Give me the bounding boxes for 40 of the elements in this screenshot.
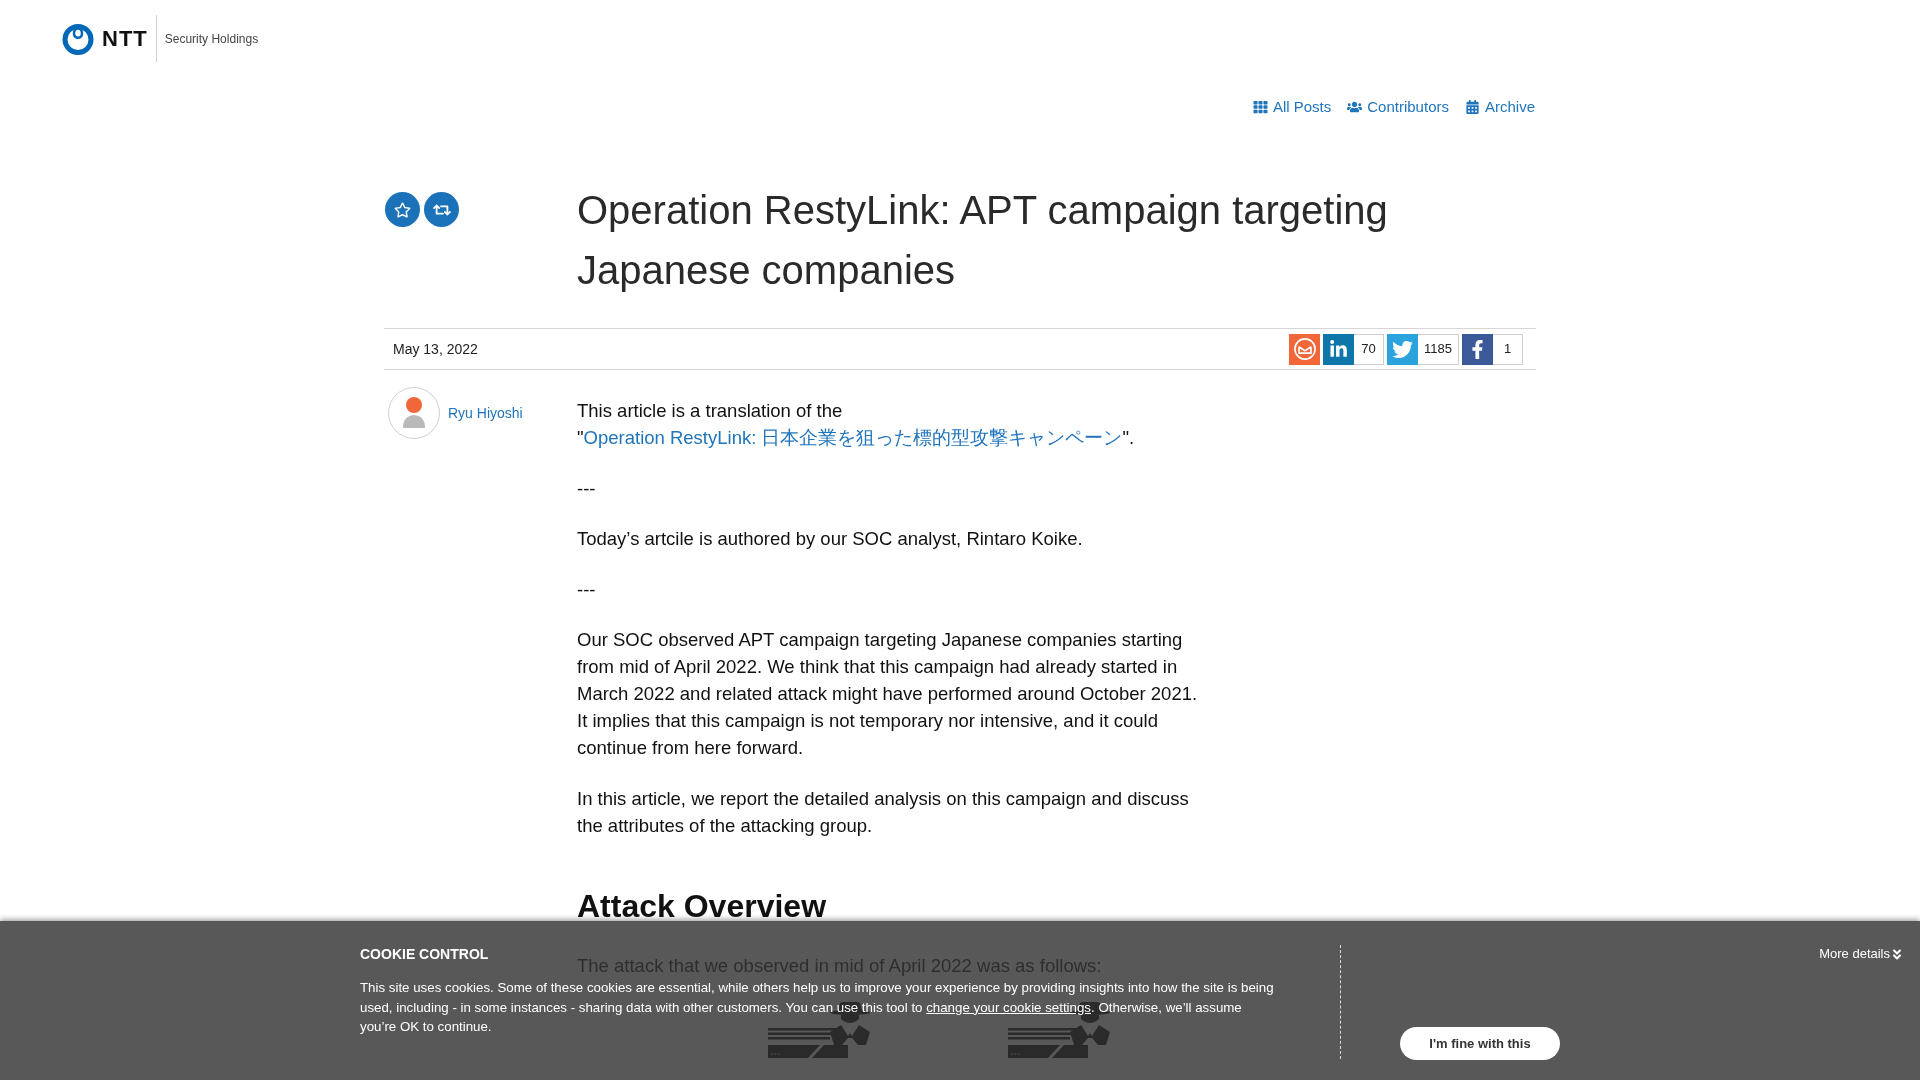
nav-link[interactable]: All Posts [1252, 97, 1332, 117]
paragraph: Our SOC observed APT campaign targeting Japanese companies starting from mid of April 2022. We think that this campaign had already started in March 2022 and related attack might have performed around October 2021. It implies that this campaign is not temporary nor intensive, and it could continue from here forward. [577, 628, 1199, 760]
avatar-icon [388, 387, 440, 439]
share-button[interactable] [1387, 333, 1419, 365]
cookie-notice: This site uses cookies. Some of these cookies are essential, while others help us to improve your experience by providing insights into how the site is being used, including - in some instances - sharing data with other customers. You can use this tool to change your cookie settings. Otherwise, we’ll assume you’re OK to continue. [360, 979, 1275, 1036]
calendar-icon [1464, 100, 1480, 114]
double-chevron-down-icon [1892, 947, 1902, 961]
email-icon [1293, 338, 1316, 360]
users-icon [1347, 100, 1363, 114]
logo-wordmark: NTT [102, 27, 148, 50]
paragraph: In this article, we report the detailed analysis on this campaign and discuss the attributes of the attacking group. [577, 786, 1190, 838]
share-count: 70 [1354, 333, 1385, 365]
more-details-button[interactable]: More details [1819, 944, 1902, 964]
repost-button[interactable] [424, 192, 459, 227]
star-icon [394, 201, 411, 218]
cookie-settings-link[interactable]: change your cookie settings [926, 999, 1091, 1015]
ring-logo-icon [62, 22, 94, 55]
publish-date: May 13, 2022 [393, 339, 478, 359]
article-title: Operation RestyLink: APT campaign targeting Japanese companies [577, 187, 1389, 294]
author-link[interactable]: Ryu Hiyoshi [448, 402, 523, 424]
paragraph: Today’s artcile is authored by our SOC analyst, Rintaro Koike. [577, 527, 1084, 551]
twitter-icon [1392, 338, 1414, 360]
share-button[interactable] [1323, 333, 1355, 365]
logo-subtitle: Security Holdings [164, 30, 259, 48]
grid-icon [1252, 100, 1268, 114]
accept-cookies-button[interactable]: I'm fine with this [1400, 1027, 1560, 1060]
share-button[interactable] [1462, 333, 1493, 365]
nav-link[interactable]: Contributors [1347, 97, 1449, 117]
section-heading: Attack Overview [577, 886, 827, 926]
linkedin-icon [1329, 339, 1349, 359]
cookie-title: COOKIE CONTROL [360, 945, 489, 964]
share-button[interactable] [1289, 333, 1321, 365]
paragraph: --- [577, 577, 597, 602]
article-link[interactable]: Operation RestyLink: 日本企業を狙った標的型攻撃キャンペーン [583, 427, 1123, 448]
share-count: 1185 [1418, 333, 1459, 365]
favorite-button[interactable] [385, 192, 420, 227]
share-count: 1 [1493, 333, 1523, 365]
nav-link[interactable]: Archive [1464, 97, 1535, 117]
paragraph: --- [577, 476, 597, 501]
paragraph: This article is a translation of the "Operation RestyLink: 日本企業を狙った標的型攻撃キャンペーン". [577, 399, 1136, 450]
